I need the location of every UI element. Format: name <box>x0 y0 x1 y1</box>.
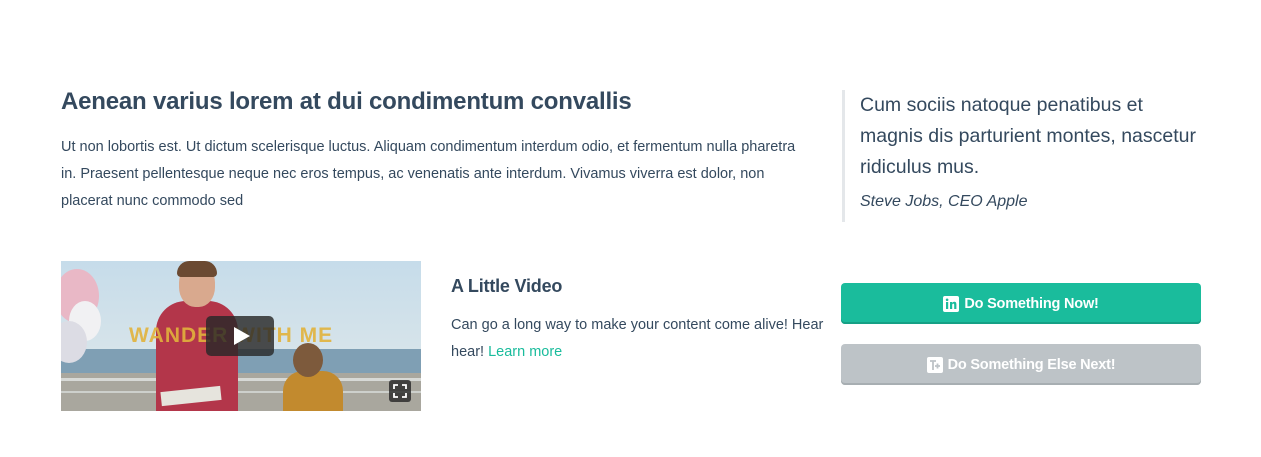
video-frame-person-head <box>293 343 323 377</box>
section-title: Aenean varius lorem at dui condimentum c… <box>61 88 632 115</box>
do-something-now-label: Do Something Now! <box>964 295 1099 312</box>
video-frame-person-hair <box>177 261 217 277</box>
learn-more-link[interactable]: Learn more <box>488 344 562 360</box>
video-section-text: Can go a long way to make your content c… <box>451 312 831 366</box>
video-player[interactable]: WANDER WITH ME <box>61 261 421 411</box>
fullscreen-icon[interactable] <box>389 380 411 402</box>
testimonial-quote: Cum sociis natoque penatibus et magnis d… <box>842 90 1202 222</box>
quote-text: Cum sociis natoque penatibus et magnis d… <box>860 94 1196 178</box>
do-something-else-next-label: Do Something Else Next! <box>947 356 1116 373</box>
video-section-title: A Little Video <box>451 276 563 296</box>
video-frame-person <box>283 371 343 411</box>
do-something-else-next-button[interactable]: Do Something Else Next! <box>841 344 1201 385</box>
linkedin-icon <box>943 295 960 312</box>
section-body-text: Ut non lobortis est. Ut dictum scelerisq… <box>61 139 796 209</box>
play-icon[interactable] <box>206 316 274 356</box>
video-frame-rail <box>61 378 421 381</box>
google-plus-icon <box>926 356 943 373</box>
video-frame-rail <box>61 391 421 393</box>
do-something-now-button[interactable]: Do Something Now! <box>841 283 1201 324</box>
quote-author: Steve Jobs, CEO Apple <box>860 193 1028 210</box>
